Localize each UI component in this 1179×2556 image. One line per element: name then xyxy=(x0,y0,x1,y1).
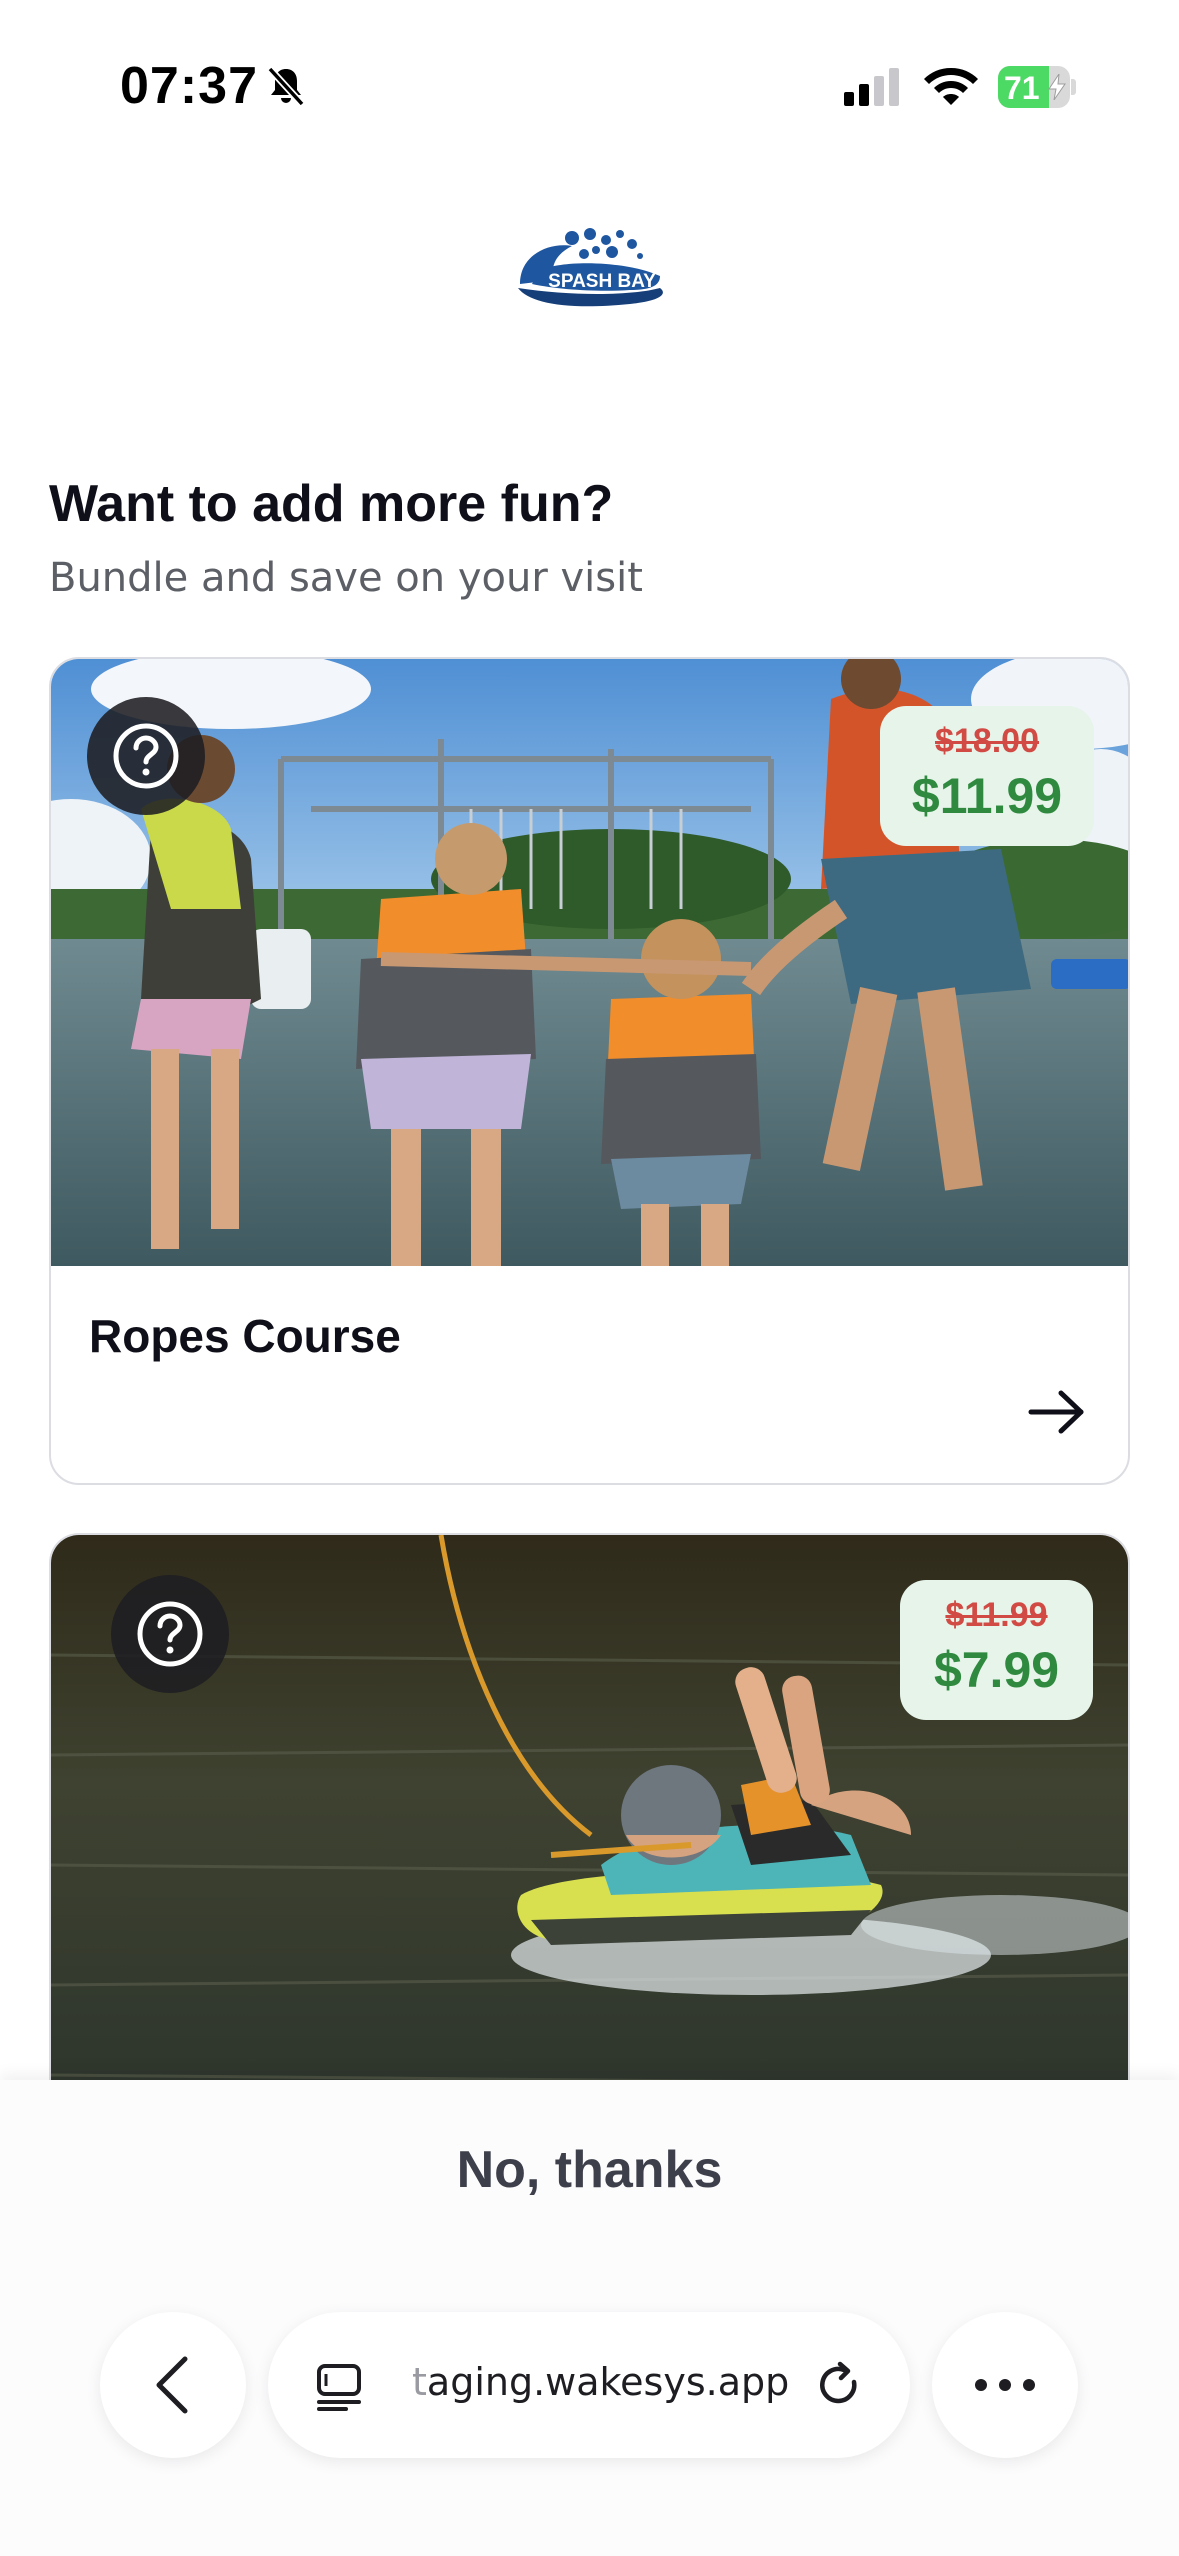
bell-slash-icon xyxy=(267,66,305,107)
original-price: $18.00 xyxy=(935,722,1039,760)
help-button[interactable] xyxy=(111,1575,229,1693)
offer-title: Ropes Course xyxy=(89,1310,401,1362)
status-bar: 07:37 71 xyxy=(0,0,1179,170)
battery-icon: 71 xyxy=(998,66,1076,108)
page-subtitle: Bundle and save on your visit xyxy=(49,555,643,601)
url-rest: aging.wakesys.app xyxy=(426,2360,790,2404)
address-bar[interactable]: taging.wakesys.app xyxy=(268,2312,910,2458)
reload-icon[interactable] xyxy=(814,2360,866,2412)
spash-bay-logo: SPASH BAY xyxy=(518,228,663,307)
logo-text: SPASH BAY xyxy=(548,271,656,292)
url-prefix: t xyxy=(412,2360,427,2404)
page-title: Want to add more fun? xyxy=(49,475,614,533)
question-icon xyxy=(113,723,179,789)
help-button[interactable] xyxy=(87,697,205,815)
charging-bolt-icon xyxy=(1048,74,1066,100)
arrow-right-icon[interactable] xyxy=(1027,1387,1087,1437)
offer-card-bodyboard[interactable]: $11.99 $7.99 xyxy=(49,1533,1130,2153)
question-icon xyxy=(137,1601,203,1667)
original-price: $11.99 xyxy=(945,1596,1048,1634)
offer-card-ropes-course[interactable]: $18.00 $11.99 Ropes Course xyxy=(49,657,1130,1485)
chevron-left-icon xyxy=(156,2356,188,2414)
more-icon xyxy=(975,2379,1035,2391)
battery-level: 71 xyxy=(1004,70,1040,106)
discount-price: $11.99 xyxy=(911,768,1063,824)
discount-price: $7.99 xyxy=(933,1642,1060,1698)
wifi-icon xyxy=(924,68,978,105)
signal-icon xyxy=(844,68,899,106)
more-button[interactable] xyxy=(932,2312,1078,2458)
no-thanks-button[interactable]: No, thanks xyxy=(0,2140,1179,2200)
back-button[interactable] xyxy=(100,2312,246,2458)
tabs-icon[interactable] xyxy=(314,2362,364,2412)
browser-toolbar: taging.wakesys.app xyxy=(0,2300,1179,2556)
price-badge: $11.99 $7.99 xyxy=(900,1580,1093,1720)
price-badge: $18.00 $11.99 xyxy=(880,706,1094,846)
url-text: taging.wakesys.app xyxy=(412,2360,789,2404)
status-time: 07:37 xyxy=(120,57,258,115)
